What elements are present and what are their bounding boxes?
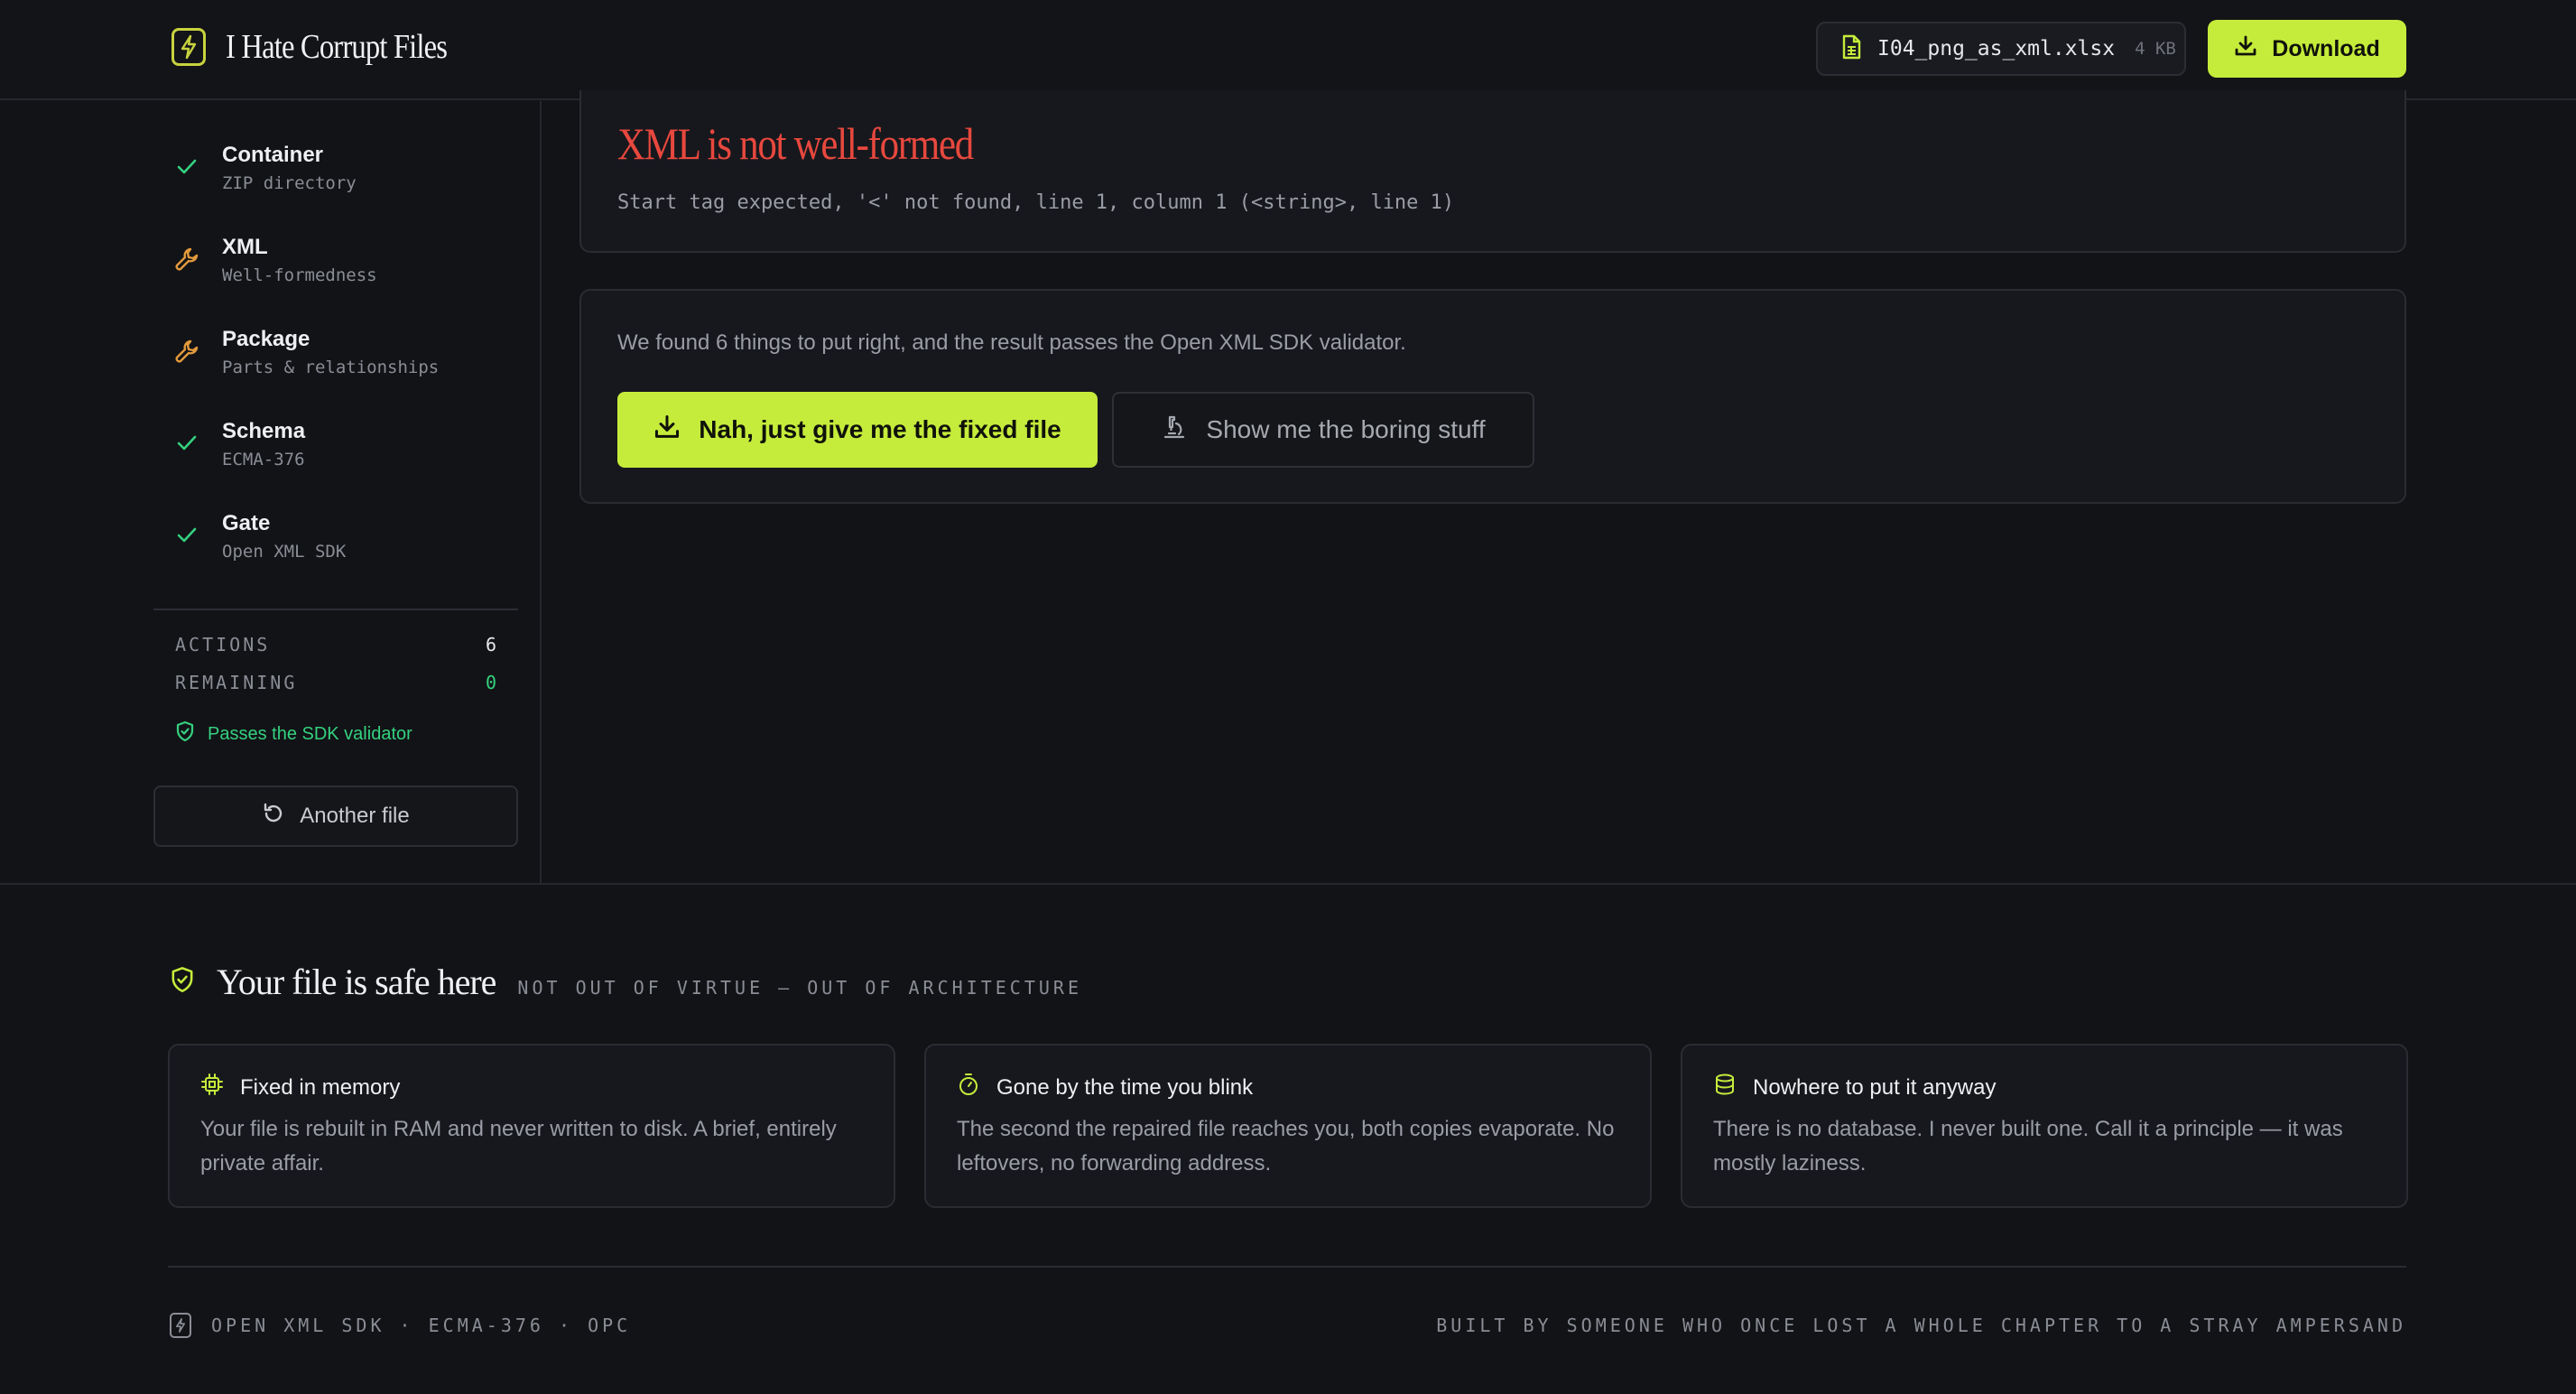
show-details-button[interactable]: Show me the boring stuff <box>1112 392 1534 468</box>
another-file-button[interactable]: Another file <box>153 785 518 847</box>
step-container: Container ZIP directory <box>171 141 357 197</box>
safety-card-no-database: Nowhere to put it anyway There is no dat… <box>1681 1044 2408 1208</box>
safety-card-title: Gone by the time you blink <box>996 1074 1254 1100</box>
safety-card-title: Nowhere to put it anyway <box>1753 1074 1997 1100</box>
show-details-label: Show me the boring stuff <box>1206 415 1486 443</box>
file-name: I04_png_as_xml.xlsx <box>1877 37 2116 60</box>
check-icon <box>171 428 202 459</box>
footer-right-text: BUILT BY SOMEONE WHO ONCE LOST A WHOLE C… <box>1436 1315 2406 1336</box>
step-title: XML <box>222 235 268 259</box>
step-subtitle: ZIP directory <box>222 173 357 193</box>
stat-remaining: REMAINING 0 <box>175 672 496 693</box>
step-schema: Schema ECMA-376 <box>171 417 305 473</box>
step-title: Schema <box>222 419 306 443</box>
step-subtitle: Parts & relationships <box>222 358 440 377</box>
shield-check-icon <box>170 965 195 999</box>
step-package: Package Parts & relationships <box>171 325 439 381</box>
wrench-icon <box>171 244 202 274</box>
lightning-icon <box>170 1313 191 1338</box>
step-subtitle: ECMA-376 <box>222 450 305 469</box>
download-label: Download <box>2272 35 2380 61</box>
section-divider <box>0 883 2576 885</box>
error-message: Start tag expected, '<' not found, line … <box>617 191 1455 214</box>
get-fixed-file-label: Nah, just give me the fixed file <box>699 415 1061 443</box>
fix-card: We found 6 things to put right, and the … <box>579 289 2406 504</box>
stat-value: 0 <box>485 672 496 693</box>
safety-subtitle: NOT OUT OF VIRTUE — OUT OF ARCHITECTURE <box>517 977 1083 999</box>
download-icon <box>2234 34 2257 64</box>
safety-card-memory: Fixed in memory Your file is rebuilt in … <box>168 1044 895 1208</box>
error-title: XML is not well-formed <box>617 118 974 169</box>
refresh-icon <box>262 802 285 832</box>
error-card: XML is not well-formed Start tag expecte… <box>579 90 2406 253</box>
top-bar: I Hate Corrupt Files I04_png_as_xml.xlsx… <box>0 0 2576 100</box>
download-button[interactable]: Download <box>2208 20 2406 78</box>
validator-status-text: Passes the SDK validator <box>208 723 412 744</box>
footer-divider <box>168 1266 2406 1268</box>
check-icon <box>171 520 202 551</box>
stat-actions: ACTIONS 6 <box>175 634 496 655</box>
another-file-label: Another file <box>300 804 410 828</box>
wrench-icon <box>171 336 202 367</box>
stopwatch-icon <box>957 1073 980 1102</box>
sidebar-divider <box>153 609 518 610</box>
safety-card-title: Fixed in memory <box>240 1074 401 1100</box>
safety-card-ephemeral: Gone by the time you blink The second th… <box>924 1044 1652 1208</box>
validator-status: Passes the SDK validator <box>175 720 412 748</box>
database-icon <box>1713 1073 1737 1102</box>
step-title: Package <box>222 327 310 351</box>
get-fixed-file-button[interactable]: Nah, just give me the fixed file <box>617 392 1098 468</box>
lightning-icon <box>171 28 206 66</box>
step-title: Gate <box>222 511 271 535</box>
stat-label: ACTIONS <box>175 634 271 655</box>
safety-card-body: Your file is rebuilt in RAM and never wr… <box>200 1117 837 1176</box>
stat-value: 6 <box>485 634 496 655</box>
footer-left: OPEN XML SDK · ECMA-376 · OPC <box>170 1313 631 1338</box>
download-icon <box>653 414 681 447</box>
microscope-icon <box>1161 414 1188 447</box>
pipeline-sidebar: Container ZIP directory XML Well-formedn… <box>0 101 542 883</box>
footer-left-text: OPEN XML SDK · ECMA-376 · OPC <box>211 1315 632 1336</box>
file-chip: I04_png_as_xml.xlsx 4 KB <box>1816 22 2186 76</box>
safety-card-body: The second the repaired file reaches you… <box>957 1117 1615 1176</box>
step-xml: XML Well-formedness <box>171 233 377 289</box>
safety-card-body: There is no database. I never built one.… <box>1713 1117 2343 1176</box>
chip-icon <box>200 1073 224 1102</box>
safety-heading: Your file is safe here NOT OUT OF VIRTUE… <box>170 961 1082 1003</box>
step-subtitle: Open XML SDK <box>222 542 347 562</box>
app-title: I Hate Corrupt Files <box>226 28 448 66</box>
spreadsheet-file-icon <box>1841 34 1861 64</box>
check-icon <box>171 152 202 182</box>
safety-title: Your file is safe here <box>217 962 496 1002</box>
brand[interactable]: I Hate Corrupt Files <box>171 27 483 67</box>
step-title: Container <box>222 143 324 167</box>
fix-summary: We found 6 things to put right, and the … <box>617 330 1406 355</box>
step-gate: Gate Open XML SDK <box>171 509 346 565</box>
stat-label: REMAINING <box>175 672 298 693</box>
step-subtitle: Well-formedness <box>222 265 377 285</box>
file-size: 4 KB <box>2135 39 2176 59</box>
shield-check-icon <box>175 720 195 748</box>
